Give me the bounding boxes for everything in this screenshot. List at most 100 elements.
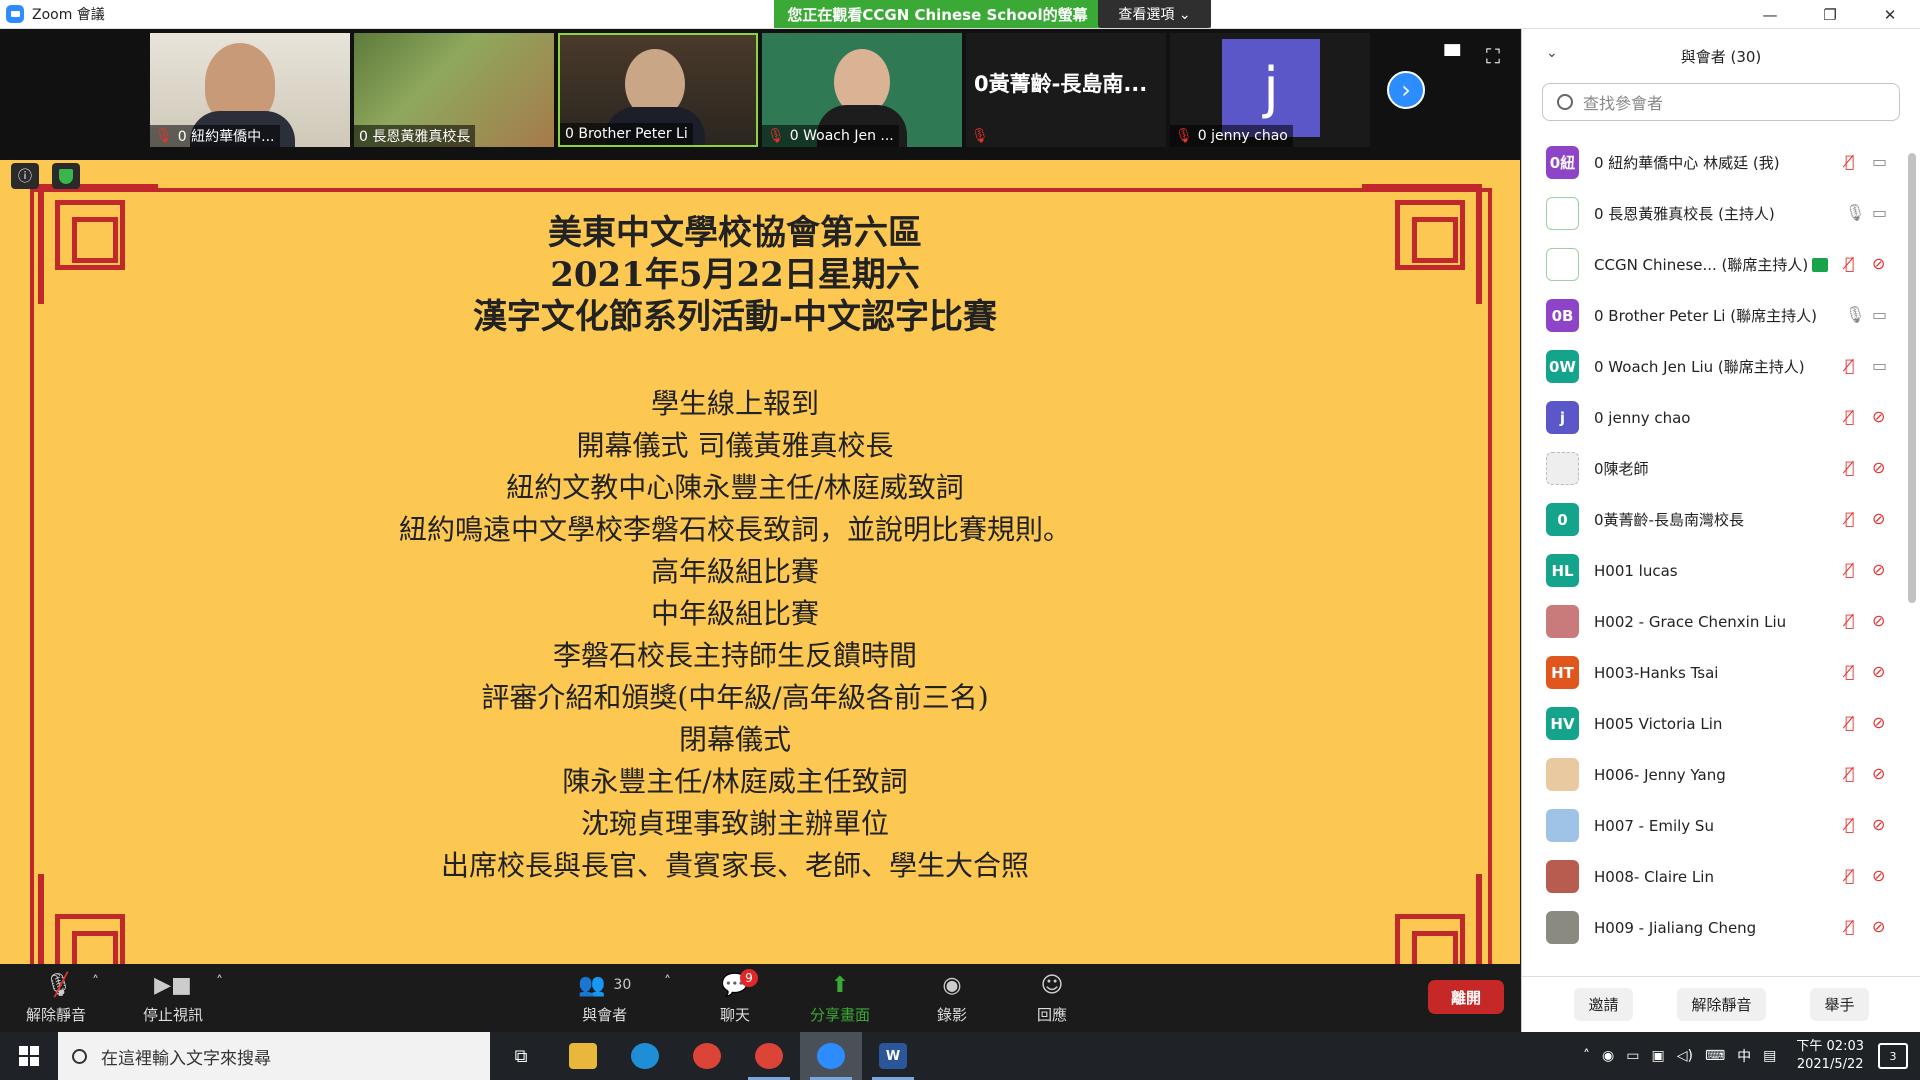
taskbar-clock[interactable]: 下午 02:03 2021/5/22 (1796, 1038, 1864, 1074)
participant-name: H005 Victoria Lin (1594, 715, 1722, 733)
mic-muted-icon[interactable]: 🎙̸ (1845, 713, 1855, 732)
mic-muted-icon[interactable]: 🎙̸ (1845, 917, 1855, 936)
unmute-button[interactable]: 🎙 ╱ 解除靜音 (26, 968, 86, 1025)
participants-button[interactable]: 👥 30 與會者 (578, 968, 631, 1025)
taskbar-app-zoom[interactable] (800, 1032, 862, 1080)
video-off-icon[interactable]: ⊘ (1872, 713, 1885, 732)
mic-muted-icon[interactable]: 🎙̸ (1845, 866, 1855, 885)
video-off-icon[interactable]: ⊘ (1872, 254, 1885, 273)
tray-meet-now-icon[interactable]: ◉ (1602, 1048, 1614, 1064)
mic-muted-icon[interactable]: 🎙̸ (1845, 254, 1855, 273)
video-off-icon[interactable]: ⊘ (1872, 917, 1885, 936)
participant-row[interactable]: 0W 0 Woach Jen Liu (聯席主持人) 🎙̸ ▭ (1522, 341, 1902, 392)
participant-row[interactable]: 0 0黃菁齡-長島南灣校長 🎙̸ ⊘ (1522, 494, 1902, 545)
video-camera-icon[interactable]: ▭ (1872, 203, 1887, 222)
ime-indicator[interactable]: 中 (1737, 1046, 1751, 1066)
participant-row[interactable]: H002 - Grace Chenxin Liu 🎙̸ ⊘ (1522, 596, 1902, 647)
close-button[interactable]: ✕ (1860, 0, 1920, 29)
participant-row[interactable]: H007 - Emily Su 🎙̸ ⊘ (1522, 800, 1902, 851)
mic-muted-icon[interactable]: 🎙̸ (1845, 458, 1855, 477)
video-tile[interactable]: 0黃菁齡-長島南... 🎙 (966, 33, 1166, 147)
reactions-button[interactable]: ☺ 回應 (1037, 968, 1067, 1025)
mic-muted-icon[interactable]: 🎙̸ (1845, 152, 1855, 171)
video-tile-active-speaker[interactable]: 0 Brother Peter Li (558, 33, 758, 147)
mic-muted-icon[interactable]: 🎙̸ (1845, 356, 1855, 375)
fullscreen-icon[interactable]: ⛶ (1486, 44, 1500, 68)
record-button[interactable]: ◉ 錄影 (937, 968, 967, 1025)
participant-row[interactable]: HV H005 Victoria Lin 🎙̸ ⊘ (1522, 698, 1902, 749)
participant-row[interactable]: 0陳老師 🎙̸ ⊘ (1522, 443, 1902, 494)
unmute-self-button[interactable]: 解除靜音 (1677, 988, 1766, 1021)
video-off-icon[interactable]: ⊘ (1872, 815, 1885, 834)
video-tile[interactable]: 0 長恩黃雅真校長 (354, 33, 554, 147)
audio-options-caret-icon[interactable]: ˄ (92, 974, 99, 990)
ime-mode-icon[interactable]: ▤ (1763, 1048, 1776, 1064)
mic-muted-icon[interactable]: 🎙̸ (1845, 611, 1855, 630)
participant-row[interactable]: j 0 jenny chao 🎙̸ ⊘ (1522, 392, 1902, 443)
participant-row[interactable]: 0 長恩黃雅真校長 (主持人) 🎙 ▭ (1522, 188, 1902, 239)
video-camera-icon[interactable]: ▭ (1872, 152, 1887, 171)
collapse-panel-chevron-icon[interactable]: ⌄ (1546, 45, 1558, 61)
taskbar-app-word[interactable]: W (862, 1032, 924, 1080)
video-tile[interactable]: 🎙 0 紐約華僑中... (150, 33, 350, 147)
stop-video-button[interactable]: ▶■ 停止視訊 (143, 968, 203, 1025)
taskbar-search-input[interactable]: 在這裡輸入文字來搜尋 (58, 1032, 490, 1080)
participant-row[interactable]: CCGN Chinese... (聯席主持人) 🎙̸ ⊘ (1522, 239, 1902, 290)
video-tile[interactable]: 🎙 0 Woach Jen ... (762, 33, 962, 147)
layout-switch-icon[interactable]: ▀ (1445, 44, 1460, 68)
video-off-icon[interactable]: ⊘ (1872, 407, 1885, 426)
mic-icon[interactable]: 🎙 (1845, 203, 1865, 222)
invite-button[interactable]: 邀請 (1574, 988, 1633, 1021)
avatar (1546, 911, 1579, 944)
video-off-icon[interactable]: ⊘ (1872, 509, 1885, 528)
task-view-button[interactable]: ⧉ (490, 1032, 552, 1080)
taskbar-app-edge[interactable] (614, 1032, 676, 1080)
volume-icon[interactable]: ◁) (1677, 1048, 1693, 1064)
video-off-icon[interactable]: ⊘ (1872, 611, 1885, 630)
leave-meeting-button[interactable]: 離開 (1428, 980, 1504, 1014)
video-camera-icon[interactable]: ▭ (1872, 305, 1887, 324)
mic-muted-icon[interactable]: 🎙̸ (1845, 560, 1855, 579)
participant-list-scrollbar[interactable] (1908, 153, 1916, 603)
raise-hand-button[interactable]: 舉手 (1810, 988, 1869, 1021)
battery-icon[interactable]: ▭ (1626, 1048, 1639, 1064)
mic-muted-icon[interactable]: 🎙̸ (1845, 407, 1855, 426)
minimize-button[interactable]: — (1740, 0, 1800, 29)
video-off-icon[interactable]: ⊘ (1872, 458, 1885, 477)
tray-overflow-chevron-icon[interactable]: ˄ (1583, 1048, 1590, 1064)
video-off-icon[interactable]: ⊘ (1872, 560, 1885, 579)
video-off-icon[interactable]: ⊘ (1872, 764, 1885, 783)
mic-muted-icon[interactable]: 🎙̸ (1845, 662, 1855, 681)
participant-row[interactable]: H006- Jenny Yang 🎙̸ ⊘ (1522, 749, 1902, 800)
network-icon[interactable]: ▣ (1651, 1048, 1664, 1064)
video-off-icon[interactable]: ⊘ (1872, 866, 1885, 885)
participant-row[interactable]: HL H001 lucas 🎙̸ ⊘ (1522, 545, 1902, 596)
taskbar-app-chrome-profile[interactable] (738, 1032, 800, 1080)
share-screen-button[interactable]: ⬆ 分享畫面 (810, 968, 870, 1025)
taskbar-app-chrome[interactable] (676, 1032, 738, 1080)
mic-muted-icon[interactable]: 🎙̸ (1845, 815, 1855, 834)
video-off-icon[interactable]: ⊘ (1872, 662, 1885, 681)
keyboard-icon[interactable]: ⌨ (1705, 1048, 1725, 1064)
view-options-button[interactable]: 查看選項 ⌄ (1098, 0, 1211, 28)
participant-row[interactable]: HT H003-Hanks Tsai 🎙̸ ⊘ (1522, 647, 1902, 698)
notification-center-icon[interactable]: 3 (1878, 1043, 1908, 1069)
participant-row[interactable]: H008- Claire Lin 🎙̸ ⊘ (1522, 851, 1902, 902)
video-options-caret-icon[interactable]: ˄ (216, 974, 223, 990)
meeting-info-icon[interactable]: ⓘ (11, 163, 39, 189)
taskbar-app-file-explorer[interactable] (552, 1032, 614, 1080)
participants-caret-icon[interactable]: ˄ (664, 974, 671, 990)
start-button[interactable] (0, 1032, 58, 1080)
participant-row[interactable]: 0B 0 Brother Peter Li (聯席主持人) 🎙 ▭ (1522, 290, 1902, 341)
mic-muted-icon[interactable]: 🎙̸ (1845, 764, 1855, 783)
security-shield-icon[interactable] (52, 163, 80, 189)
participant-row[interactable]: 0紐 0 紐約華僑中心 林威廷 (我) 🎙̸ ▭ (1522, 137, 1902, 188)
video-tile[interactable]: j 🎙 0 jenny chao (1170, 33, 1370, 147)
participant-search-input[interactable]: 查找參會者 (1542, 83, 1900, 121)
mic-icon[interactable]: 🎙 (1845, 305, 1865, 324)
next-page-arrow-icon[interactable]: › (1387, 71, 1425, 109)
participant-row[interactable]: H009 - Jialiang Cheng 🎙̸ ⊘ (1522, 902, 1902, 953)
mic-muted-icon[interactable]: 🎙̸ (1845, 509, 1855, 528)
video-camera-icon[interactable]: ▭ (1872, 356, 1887, 375)
maximize-button[interactable]: ❐ (1800, 0, 1860, 29)
